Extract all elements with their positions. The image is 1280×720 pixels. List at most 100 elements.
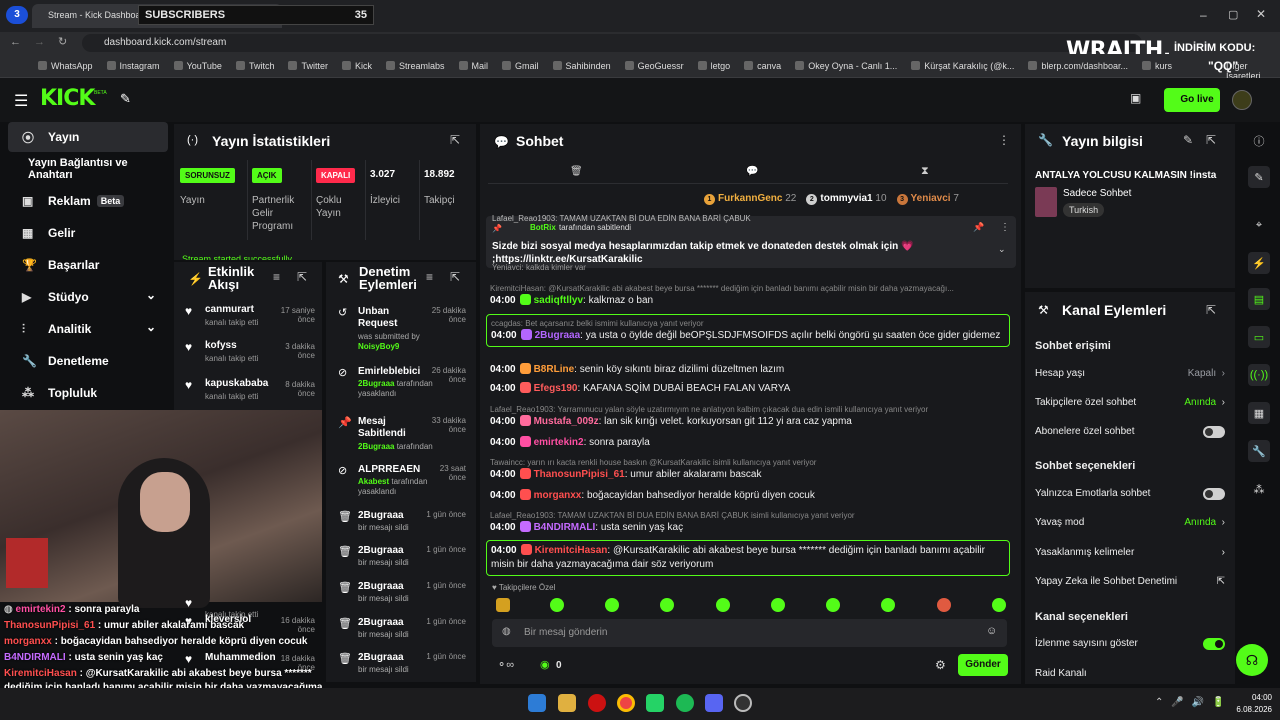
bookmark-item[interactable]: Sahibinden	[552, 61, 611, 71]
timer-tab-icon[interactable]: ⧗	[921, 165, 929, 178]
nav-item-3[interactable]: ▦ Gelir	[8, 218, 168, 248]
ai-moderation-row[interactable]: Yapay Zeka ile Sohbet Denetimi ⇱	[1035, 576, 1225, 587]
chat-username[interactable]: Efegs190	[534, 383, 578, 394]
bookmark-item[interactable]: Streamlabs	[385, 61, 445, 71]
emote-icon[interactable]	[716, 598, 730, 612]
file-explorer-icon[interactable]	[558, 694, 576, 712]
chat-username[interactable]: B8RLine	[534, 364, 575, 375]
pinned-message[interactable]: Lafael_Reao1903: TAMAM UZAKTAN Bİ DUA ED…	[486, 214, 1016, 268]
go-live-button[interactable]: Go live	[1164, 88, 1220, 112]
reload-icon[interactable]: ↻	[58, 35, 67, 48]
chat-username[interactable]: Mustafa_009z	[534, 416, 599, 427]
spotify-icon[interactable]	[676, 694, 694, 712]
broadcast-side-icon[interactable]: ((·))	[1248, 364, 1270, 386]
moderation-item[interactable]: ↺ Unban Request was submitted by NoisyBoy9 2…	[338, 306, 466, 351]
moderation-item[interactable]: 🗑 2Bugraaa bir mesajı sildi 1 gün önce	[338, 652, 466, 684]
chat-tab-icon[interactable]: 💬	[746, 166, 758, 177]
chat-message[interactable]: Lafael_Reao1903: Yarramınucu yalan söyle…	[490, 404, 1006, 429]
chrome-icon[interactable]	[617, 694, 635, 712]
chat-message[interactable]: 04:00 Efegs190: KAFANA SQİM DUBAİ BEACH F…	[490, 382, 1006, 396]
chat-message[interactable]: 04:00 emirtekin2: sonra parayla	[490, 436, 1006, 450]
leaderboard-entry[interactable]: 3 Yeniavci 7	[896, 193, 959, 205]
bookmark-item[interactable]: WhatsApp	[38, 61, 93, 71]
trash-tab-icon[interactable]: 🗑	[570, 166, 583, 177]
bookmark-item[interactable]: Gmail	[502, 61, 539, 71]
tab-count-badge[interactable]: 3	[6, 6, 28, 24]
emotes-only-toggle[interactable]	[1203, 488, 1225, 500]
chat-message[interactable]: 04:00 morganxx: boğacayidan bahsediyor he…	[490, 489, 1006, 503]
url-field[interactable]: dashboard.kick.com/stream	[82, 34, 1142, 52]
community-side-icon[interactable]: ⁂	[1248, 478, 1270, 500]
moderation-item[interactable]: 🗑 2Bugraaa bir mesajı sildi 1 gün önce	[338, 545, 466, 577]
show-viewers-toggle[interactable]	[1203, 638, 1225, 650]
chat-message[interactable]: 04:00 KiremitciHasan: @KursatKarakilic ab…	[486, 540, 1010, 576]
nav-item-5[interactable]: ▶ Stüdyo ⌄	[8, 282, 168, 312]
bookmark-item[interactable]: kurs	[1141, 61, 1172, 71]
start-icon[interactable]	[528, 694, 546, 712]
emotes-only-row[interactable]: Yalnızca Emotlarla sohbet	[1035, 488, 1225, 500]
nav-item-7[interactable]: 🔧 Denetleme	[8, 346, 168, 376]
unpin-icon[interactable]: 📌	[973, 222, 984, 233]
discord-icon[interactable]	[705, 694, 723, 712]
moderation-item[interactable]: 🗑 2Bugraaa bir mesajı sildi 1 gün önce	[338, 510, 466, 542]
moderation-item[interactable]: 📌 Mesaj Sabitlendi 2Bugraaa tarafından 33 d…	[338, 416, 466, 451]
emoji-icon[interactable]: ☺	[986, 625, 997, 637]
chat-settings-icon[interactable]: ⚙	[935, 658, 946, 672]
wrench-side-icon[interactable]: 🔧	[1248, 440, 1270, 462]
stats-popout-icon[interactable]: ⇱	[450, 133, 460, 147]
pinned-expand-icon[interactable]: ⌄	[998, 244, 1006, 255]
layout-side-icon[interactable]: ▦	[1248, 402, 1270, 424]
bookmark-item[interactable]: Mail	[458, 61, 488, 71]
emote-icon[interactable]	[937, 598, 951, 612]
bookmark-item[interactable]: canva	[744, 61, 781, 71]
activity-popout-icon[interactable]: ⇱	[297, 270, 307, 284]
emote-icon[interactable]	[826, 598, 840, 612]
emote-icon[interactable]	[992, 598, 1006, 612]
nav-item-2[interactable]: ▣ Reklam Beta	[8, 186, 168, 216]
category-name[interactable]: Sadece Sohbet	[1063, 188, 1131, 199]
emote-icon[interactable]	[881, 598, 895, 612]
chat-more-icon[interactable]: ⋮	[998, 133, 1010, 147]
bookmark-item[interactable]: Twitter	[288, 61, 328, 71]
menu-icon[interactable]: ☰	[14, 91, 28, 111]
minimize-icon[interactable]: –	[1200, 8, 1207, 22]
pencil-icon[interactable]: ✎	[1248, 166, 1270, 188]
followers-only-row[interactable]: Takipçilere özel sohbet Anında ›	[1035, 397, 1225, 408]
tray-icons[interactable]: ⌃🎤🔊🔋	[1155, 697, 1233, 708]
moderation-item[interactable]: 🗑 2Bugraaa bir mesajı sildi 1 gün önce	[338, 617, 466, 649]
edit-icon[interactable]: ✎	[1183, 133, 1193, 147]
maximize-icon[interactable]: ▢	[1228, 8, 1238, 21]
help-button[interactable]: ☊	[1236, 644, 1268, 676]
bookmark-item[interactable]: Kürşat Karakılıç (@k...	[911, 61, 1014, 71]
chat-username[interactable]: emirtekin2	[534, 437, 584, 448]
bolt-icon[interactable]: ⚡	[1248, 252, 1270, 274]
activity-filter-icon[interactable]: ≡	[273, 270, 280, 284]
chat-username[interactable]: sadiqftllyv	[534, 295, 583, 306]
emote-icon[interactable]	[550, 598, 564, 612]
bookmark-item[interactable]: GeoGuessr	[624, 61, 684, 71]
chat-username[interactable]: ThanosunPipisi_61	[534, 469, 625, 480]
bookmark-item[interactable]: YouTube	[173, 61, 222, 71]
chat-input[interactable]: ◍ Bir mesaj gönderin ☺	[492, 619, 1007, 647]
emote-icon[interactable]	[496, 598, 510, 612]
banned-words-row[interactable]: Yasaklanmış kelimeler ›	[1035, 547, 1225, 558]
nav-item-6[interactable]: ⫶ Analitik ⌄	[8, 314, 168, 344]
emote-icon[interactable]	[605, 598, 619, 612]
close-window-icon[interactable]: ✕	[1256, 7, 1266, 21]
bookmark-item[interactable]: blerp.com/dashboar...	[1028, 61, 1128, 71]
emote-icon[interactable]	[660, 598, 674, 612]
bookmark-item[interactable]: Kick	[341, 61, 372, 71]
slow-mode-row[interactable]: Yavaş mod Anında ›	[1035, 517, 1225, 528]
user-avatar[interactable]	[1232, 90, 1252, 110]
bookmark-item[interactable]: Okey Oyna - Canlı 1...	[795, 61, 897, 71]
pin-tool-icon[interactable]: ✎	[120, 91, 131, 107]
camera-icon[interactable]: ▣	[1130, 91, 1141, 105]
raid-row[interactable]: Raid Kanalı	[1035, 668, 1225, 679]
chat-username[interactable]: KiremitciHasan	[535, 545, 608, 556]
account-age-row[interactable]: Hesap yaşı Kapalı ›	[1035, 368, 1225, 379]
nav-item-4[interactable]: 🏆 Başarılar	[8, 250, 168, 280]
chat-side-icon[interactable]: ▭	[1248, 326, 1270, 348]
chat-message[interactable]: 04:00 B8RLine: senin köy sıkıntı biraz di…	[490, 363, 1006, 377]
focus-icon[interactable]: ⌖	[1248, 214, 1270, 236]
forward-icon[interactable]: →	[34, 36, 45, 48]
